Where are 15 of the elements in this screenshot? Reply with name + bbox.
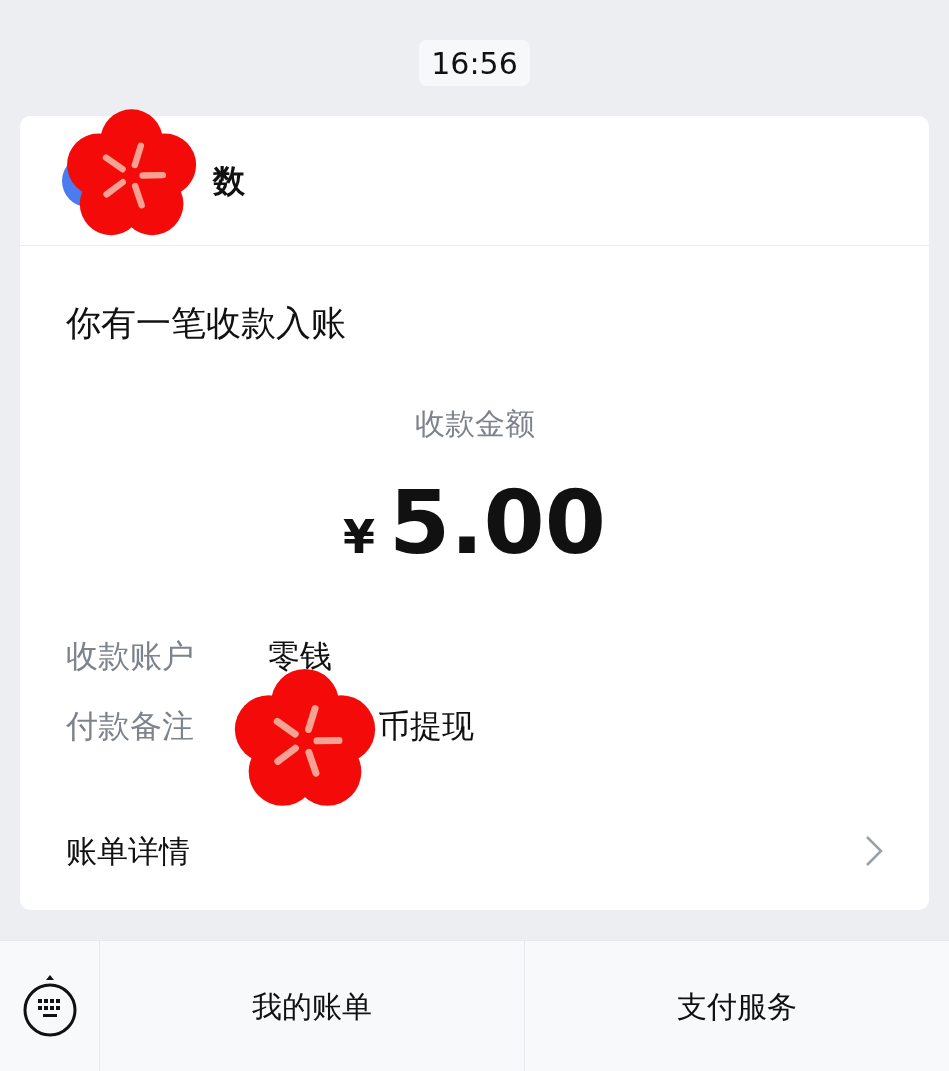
time-label: 16:56 <box>419 40 530 86</box>
currency-symbol: ¥ <box>342 509 375 566</box>
amount-label: 收款金额 <box>414 409 535 439</box>
detail-label: 付款备注 <box>66 706 195 746</box>
detail-label: 收款账户 <box>66 636 195 676</box>
detail-value: 币提现 <box>378 706 474 746</box>
bill-details-link[interactable]: 账单详情 <box>66 827 883 874</box>
detail-value: 零钱 <box>268 636 332 676</box>
menu-button[interactable]: 支付服务 <box>525 941 949 1071</box>
amount-value: 5.00 <box>388 479 607 567</box>
chevron-right-icon <box>865 834 883 867</box>
menu-button[interactable]: 我的账单 <box>100 941 525 1071</box>
message-title: 你有一笔收款入账 <box>66 306 347 341</box>
sender-name: 数 <box>213 160 245 202</box>
link-label: 账单详情 <box>66 831 190 871</box>
